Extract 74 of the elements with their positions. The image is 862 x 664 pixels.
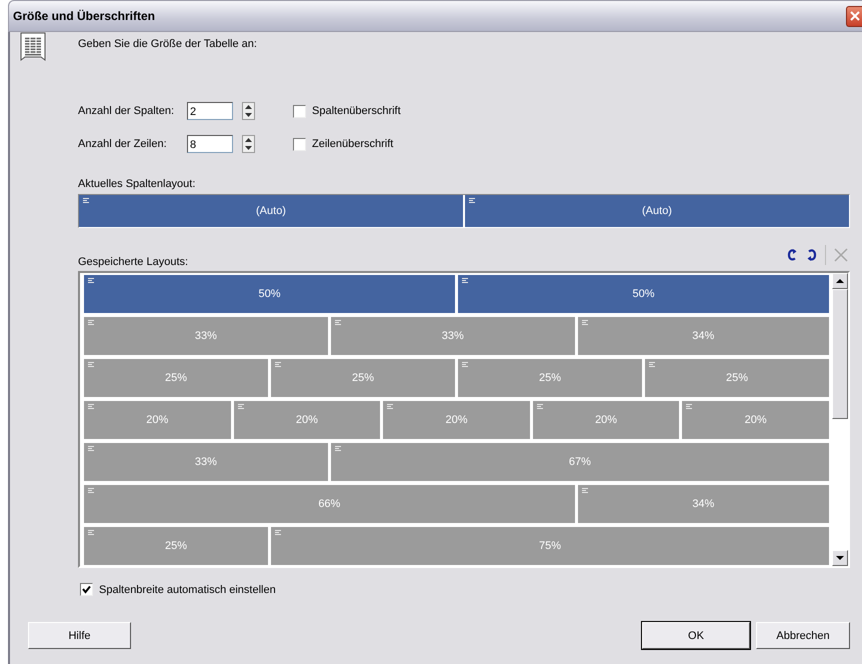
rotate-left-icon[interactable] xyxy=(785,248,799,262)
layout-column[interactable]: 25% xyxy=(458,359,645,397)
align-left-icon xyxy=(275,362,281,367)
close-icon xyxy=(849,10,861,22)
window-title: Größe und Überschriften xyxy=(12,9,156,23)
checkbox-label: Spaltenbreite automatisch einstellen xyxy=(99,584,276,596)
layout-column: (Auto) xyxy=(79,195,463,227)
arrow-down-icon xyxy=(245,113,252,117)
layout-column[interactable]: 50% xyxy=(458,275,832,313)
prompt-text: Geben Sie die Größe der Tabelle an: xyxy=(78,38,258,50)
align-left-icon xyxy=(88,488,94,493)
layout-column[interactable]: 20% xyxy=(682,401,832,439)
layout-column[interactable]: 67% xyxy=(330,443,832,481)
layout-column[interactable]: 25% xyxy=(271,359,458,397)
checkbox[interactable] xyxy=(293,104,306,118)
close-button[interactable] xyxy=(846,6,862,26)
align-left-icon xyxy=(334,446,341,451)
align-left-icon xyxy=(334,320,341,325)
layout-column[interactable]: 33% xyxy=(84,443,331,481)
layout-column[interactable]: 25% xyxy=(84,527,271,565)
align-left-icon xyxy=(649,362,655,367)
checkbox[interactable] xyxy=(80,583,93,596)
number-field[interactable]: 8 xyxy=(187,135,233,153)
align-left-icon xyxy=(462,362,468,367)
ok-button[interactable]: OK xyxy=(642,622,750,649)
arrow-down-icon xyxy=(245,146,252,150)
number-field[interactable]: 2 xyxy=(187,102,233,120)
align-left-icon xyxy=(462,278,468,283)
layout-column[interactable]: 33% xyxy=(84,317,331,355)
layout-column[interactable]: 33% xyxy=(330,317,578,355)
checkbox[interactable] xyxy=(293,138,306,150)
layout-column[interactable]: 25% xyxy=(84,359,271,397)
align-left-icon xyxy=(83,198,89,203)
field-label: Anzahl der Zeilen: xyxy=(78,138,168,150)
help-button[interactable]: Hilfe xyxy=(28,622,131,649)
layout-column[interactable]: 25% xyxy=(645,359,832,397)
arrow-up-icon xyxy=(245,105,252,109)
layout-column[interactable]: 75% xyxy=(271,527,832,565)
spin-buttons[interactable] xyxy=(242,102,255,120)
layout-column: (Auto) xyxy=(465,195,849,227)
layout-column[interactable]: 20% xyxy=(383,401,533,439)
align-left-icon xyxy=(88,446,94,451)
align-left-icon xyxy=(582,488,588,493)
section-label: Aktuelles Spaltenlayout: xyxy=(78,178,196,190)
align-left-icon xyxy=(686,404,692,409)
field-label: Anzahl der Spalten: xyxy=(78,105,176,117)
spin-buttons[interactable] xyxy=(242,135,255,153)
layout-column[interactable]: 50% xyxy=(84,275,458,313)
align-left-icon xyxy=(88,530,94,535)
layout-column[interactable]: 34% xyxy=(578,317,832,355)
align-left-icon xyxy=(88,320,94,325)
table-icon xyxy=(20,32,46,64)
scrollbar[interactable] xyxy=(832,273,848,566)
cancel-button[interactable]: Abbrechen xyxy=(756,622,850,649)
align-left-icon xyxy=(88,278,94,283)
rotate-right-icon[interactable] xyxy=(805,248,819,262)
align-left-icon xyxy=(275,530,281,535)
align-left-icon xyxy=(88,404,94,409)
layout-column[interactable]: 34% xyxy=(578,485,832,523)
checkbox-label: Spaltenüberschrift xyxy=(312,105,401,117)
align-left-icon xyxy=(582,320,588,325)
align-left-icon xyxy=(238,404,244,409)
align-left-icon xyxy=(88,362,94,367)
arrow-up-icon xyxy=(245,138,252,142)
align-left-icon xyxy=(469,198,475,203)
layout-column[interactable]: 20% xyxy=(532,401,682,439)
layout-column[interactable]: 66% xyxy=(84,485,578,523)
layout-column[interactable]: 20% xyxy=(84,401,234,439)
align-left-icon xyxy=(536,404,543,409)
arrow-down-icon xyxy=(836,556,844,560)
section-label: Gespeicherte Layouts: xyxy=(78,256,188,268)
arrow-up-icon xyxy=(836,279,844,283)
align-left-icon xyxy=(387,404,394,409)
checkbox-label: Zeilenüberschrift xyxy=(312,138,394,150)
